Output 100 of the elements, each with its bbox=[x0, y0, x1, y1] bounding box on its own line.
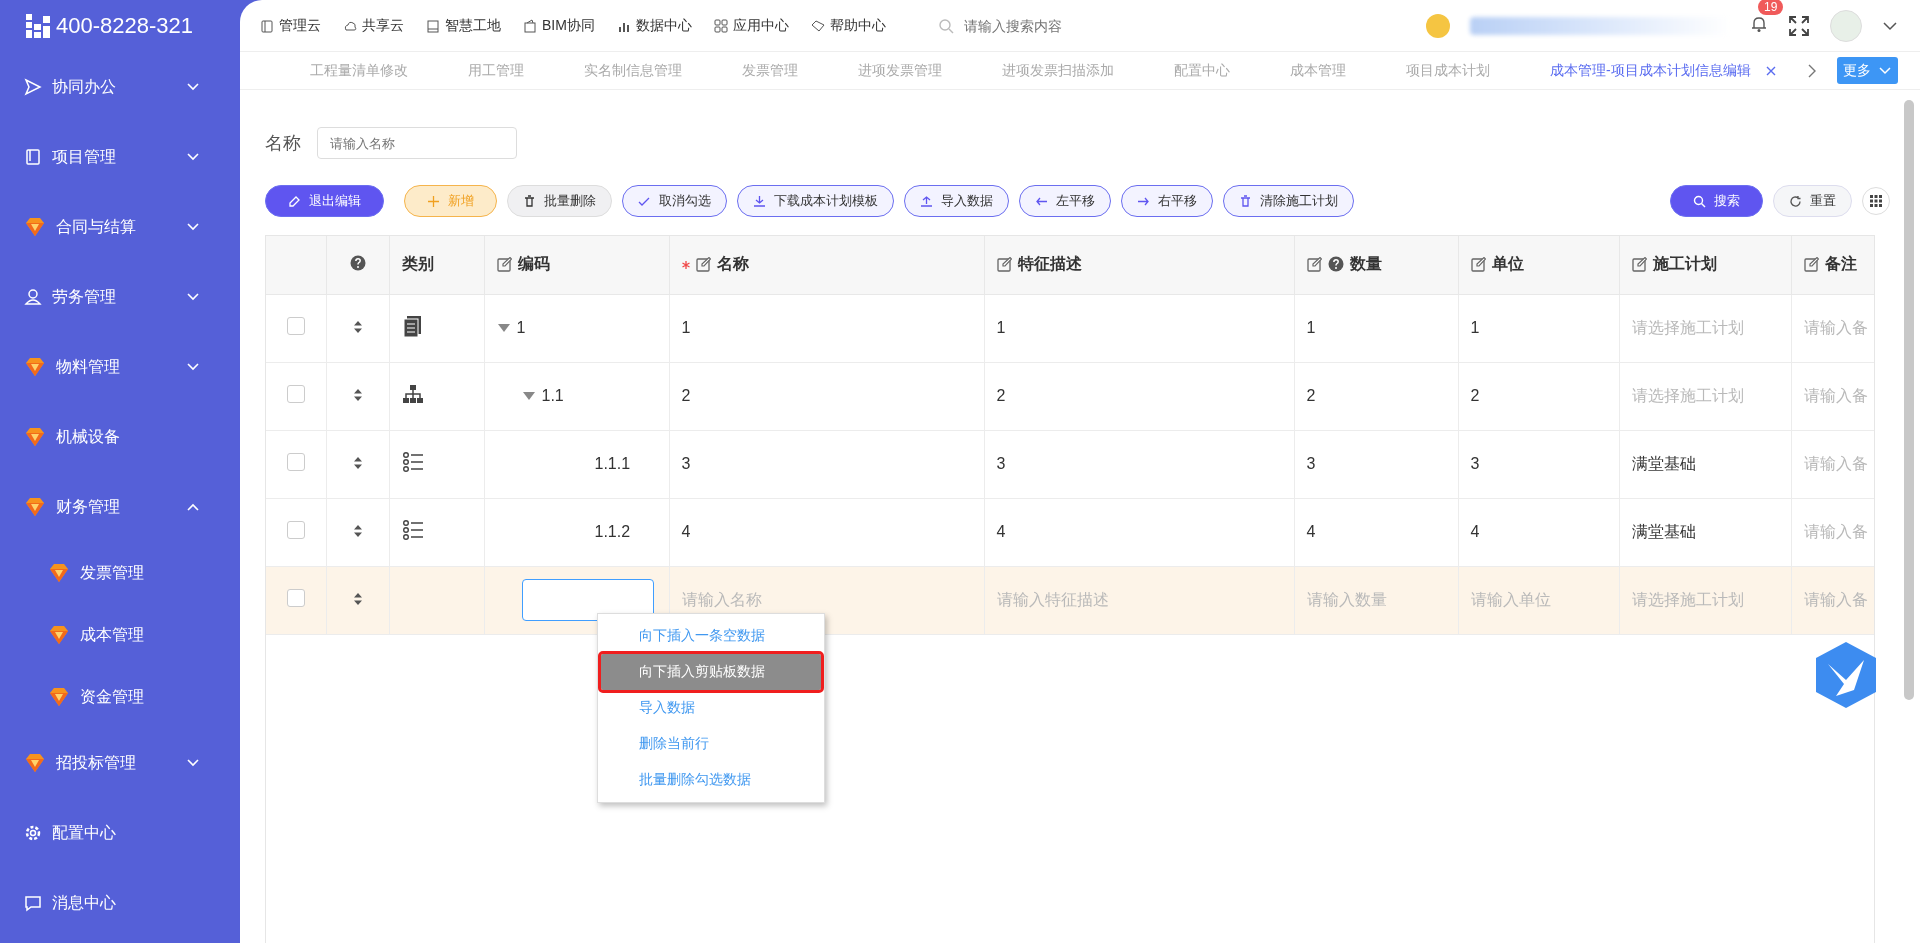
table-cell: 1 bbox=[681, 319, 691, 336]
sidebar-item[interactable]: 成本管理 bbox=[0, 604, 240, 666]
scrollbar[interactable] bbox=[1904, 100, 1914, 700]
toolbar-button[interactable]: 导入数据 bbox=[904, 185, 1009, 217]
notification-badge: 19 bbox=[1758, 0, 1784, 15]
column-header: 备注 bbox=[1824, 253, 1857, 274]
sidebar-item[interactable]: 项目管理 bbox=[0, 122, 240, 192]
placeholder-text: 请输入备 bbox=[1803, 386, 1868, 404]
sidebar-item[interactable]: 合同与结算 bbox=[0, 192, 240, 262]
toolbar-button[interactable]: 下载成本计划模板 bbox=[737, 185, 894, 217]
sidebar-item[interactable]: 招投标管理 bbox=[0, 728, 240, 798]
grid-icon bbox=[713, 18, 728, 33]
placeholder-text: 请输入数量 bbox=[1306, 590, 1387, 608]
gem-icon bbox=[24, 496, 46, 518]
gem-icon bbox=[24, 216, 46, 238]
tab[interactable]: 成本管理-项目成本计划信息编辑 bbox=[1520, 51, 1807, 90]
chevron-down-icon bbox=[1879, 66, 1892, 75]
search-icon bbox=[1693, 194, 1706, 208]
help-icon bbox=[349, 254, 366, 271]
trash-icon bbox=[1239, 194, 1252, 208]
chevron-right-icon bbox=[1806, 62, 1817, 79]
nav-link[interactable]: 管理云 bbox=[260, 16, 321, 35]
checkbox[interactable] bbox=[286, 385, 305, 403]
tree-code: 1.1 bbox=[541, 387, 564, 405]
list-icon bbox=[401, 451, 424, 473]
toolbar-button[interactable]: 取消勾选 bbox=[622, 185, 727, 217]
toolbar-button[interactable]: 批量删除 bbox=[507, 185, 612, 217]
table-cell: 2 bbox=[1306, 387, 1316, 404]
toolbar-button[interactable]: 退出编辑 bbox=[265, 185, 384, 217]
search-button[interactable]: 搜索 bbox=[1670, 185, 1763, 217]
sidebar-item[interactable]: 物料管理 bbox=[0, 332, 240, 402]
column-header: 编码 bbox=[517, 253, 550, 274]
nav-link[interactable]: 共享云 bbox=[343, 16, 404, 35]
caret-down-icon[interactable] bbox=[496, 323, 511, 333]
table-cell: 1 bbox=[1306, 319, 1316, 336]
list-icon bbox=[401, 519, 424, 541]
filter-label: 名称 bbox=[265, 132, 301, 155]
nav-link[interactable]: BIM协同 bbox=[523, 16, 595, 35]
caret-down-icon[interactable] bbox=[521, 391, 536, 401]
gem-icon bbox=[48, 562, 70, 584]
name-field[interactable]: 请输入名称 bbox=[317, 127, 517, 159]
checkbox[interactable] bbox=[286, 521, 305, 539]
checkbox[interactable] bbox=[286, 317, 305, 335]
code-field[interactable] bbox=[521, 579, 654, 621]
table-cell: 1 bbox=[996, 319, 1006, 336]
menu-item[interactable]: 向下插入剪贴板数据 bbox=[601, 654, 821, 690]
placeholder-text: 请输入备 bbox=[1803, 590, 1868, 608]
gem-icon bbox=[48, 624, 70, 646]
table-cell: 2 bbox=[681, 387, 691, 404]
book-icon bbox=[24, 148, 42, 166]
trash-icon bbox=[523, 194, 536, 208]
sidebar-item[interactable]: 劳务管理 bbox=[0, 262, 240, 332]
sidebar-item[interactable]: 配置中心 bbox=[0, 798, 240, 868]
placeholder-text: 请输入名称 bbox=[681, 590, 762, 608]
table-cell: 3 bbox=[1306, 455, 1316, 472]
tree-code: 1.1.2 bbox=[594, 523, 631, 541]
plus-icon bbox=[427, 194, 440, 208]
table-cell: 满堂基础 bbox=[1631, 522, 1696, 540]
nav-link[interactable]: 应用中心 bbox=[713, 16, 789, 35]
nav-link[interactable]: 帮助中心 bbox=[810, 16, 886, 35]
placeholder-text: 请选择施工计划 bbox=[1631, 318, 1744, 336]
checkbox[interactable] bbox=[286, 453, 305, 471]
send-icon bbox=[24, 78, 42, 96]
grid-icon bbox=[1870, 195, 1882, 207]
user-icon bbox=[24, 288, 42, 306]
table-cell: 4 bbox=[681, 523, 691, 540]
fullscreen-icon[interactable] bbox=[1788, 14, 1810, 37]
avatar[interactable] bbox=[1830, 9, 1862, 42]
more-button[interactable]: 更多 bbox=[1836, 57, 1898, 84]
sidebar-item[interactable]: 发票管理 bbox=[0, 542, 240, 604]
placeholder-text: 请输入备 bbox=[1803, 454, 1868, 472]
tree-code: 1.1.1 bbox=[594, 455, 631, 473]
reset-button[interactable]: 重置 bbox=[1773, 185, 1852, 217]
column-header: 类别 bbox=[401, 254, 434, 275]
hierarchy-icon bbox=[401, 383, 424, 405]
toolbar-button[interactable]: 左平移 bbox=[1019, 185, 1111, 217]
gem-icon bbox=[24, 426, 46, 448]
sort-icon bbox=[353, 457, 362, 469]
column-header: 特征描述 bbox=[1017, 253, 1082, 274]
table-cell: 4 bbox=[996, 523, 1006, 540]
column-settings-button[interactable] bbox=[1862, 187, 1890, 215]
wallet-icon bbox=[523, 18, 537, 33]
nav-link[interactable]: 数据中心 bbox=[616, 16, 692, 35]
edit-icon bbox=[288, 194, 301, 208]
sidebar-item[interactable]: 消息中心 bbox=[0, 868, 240, 938]
placeholder-text: 请选择施工计划 bbox=[1631, 386, 1744, 404]
column-header: 单位 bbox=[1491, 253, 1524, 274]
toolbar-button[interactable]: 清除施工计划 bbox=[1223, 185, 1354, 217]
column-header: 数量 bbox=[1349, 253, 1382, 274]
nav-link[interactable]: 智慧工地 bbox=[426, 16, 501, 35]
placeholder-text: 请输入特征描述 bbox=[996, 590, 1109, 608]
sidebar-item[interactable]: 机械设备 bbox=[0, 402, 240, 472]
sidebar-item[interactable]: 资金管理 bbox=[0, 666, 240, 728]
search-icon bbox=[937, 17, 954, 34]
bird-icon[interactable] bbox=[1814, 640, 1878, 710]
checkbox[interactable] bbox=[286, 589, 305, 607]
toolbar-button[interactable]: 右平移 bbox=[1121, 185, 1213, 217]
sidebar-item[interactable]: 财务管理 bbox=[0, 472, 240, 542]
close-icon bbox=[1764, 64, 1777, 77]
sidebar-item[interactable]: 协同办公 bbox=[0, 52, 240, 122]
